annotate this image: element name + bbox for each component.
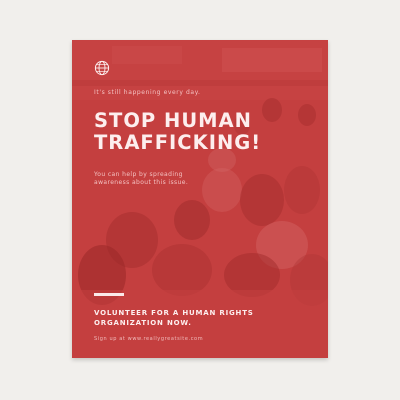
headline: STOP HUMAN TRAFFICKING!	[94, 110, 324, 154]
page-background: It's still happening every day. STOP HUM…	[0, 0, 400, 400]
headline-line-2: TRAFFICKING!	[94, 131, 262, 154]
globe-icon	[94, 60, 110, 76]
poster: It's still happening every day. STOP HUM…	[72, 40, 328, 358]
headline-line-1: STOP HUMAN	[94, 109, 252, 132]
subtext: You can help by spreading awareness abou…	[94, 171, 189, 186]
eyebrow-text: It's still happening every day.	[94, 89, 201, 96]
divider	[94, 293, 124, 296]
signup-text: Sign up at www.reallygreatsite.com	[94, 336, 204, 342]
cta-line-1: VOLUNTEER FOR A HUMAN RIGHTS	[94, 309, 254, 317]
cta-line-2: ORGANIZATION NOW.	[94, 319, 192, 327]
call-to-action: VOLUNTEER FOR A HUMAN RIGHTS ORGANIZATIO…	[94, 308, 314, 328]
